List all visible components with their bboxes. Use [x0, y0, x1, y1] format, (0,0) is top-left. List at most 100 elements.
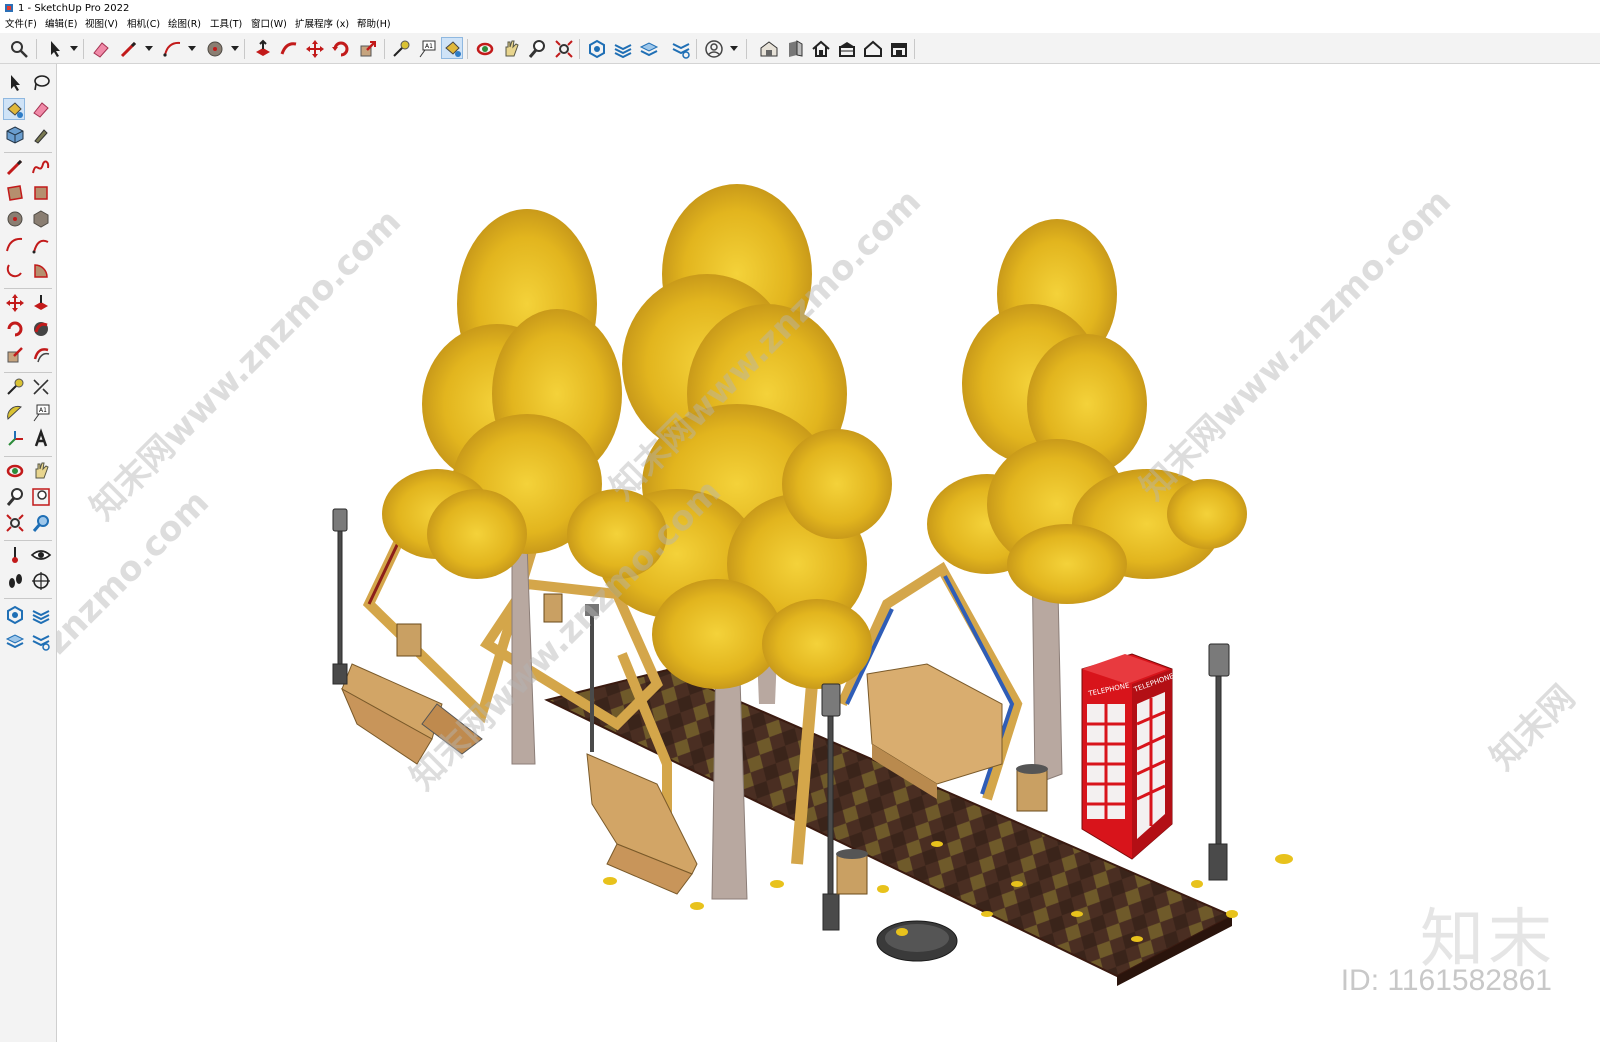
circle-icon[interactable] [204, 38, 226, 60]
eraser-icon[interactable] [90, 38, 112, 60]
menu-camera[interactable]: 相机(C) [127, 17, 160, 33]
home-icon[interactable] [810, 38, 832, 60]
protractor-icon[interactable] [4, 402, 26, 424]
followme-icon[interactable] [30, 318, 52, 340]
line-icon[interactable] [4, 156, 26, 178]
title-bar: 1 - SketchUp Pro 2022 [0, 0, 1600, 17]
paint-bucket-icon[interactable] [3, 98, 25, 120]
left-toolbar: A1 [0, 64, 57, 1042]
zoom-extents-icon[interactable] [4, 512, 26, 534]
zoom-window-icon[interactable] [30, 486, 52, 508]
rotate-icon[interactable] [330, 38, 352, 60]
sandbox-icon[interactable] [586, 38, 608, 60]
circle-icon[interactable] [4, 208, 26, 230]
store-icon[interactable] [888, 38, 910, 60]
window-title: 1 - SketchUp Pro 2022 [18, 3, 130, 14]
component-icon[interactable] [4, 124, 26, 146]
rotate-icon[interactable] [4, 318, 26, 340]
menu-help[interactable]: 帮助(H) [357, 17, 391, 33]
select-icon[interactable] [4, 72, 26, 94]
three-point-arc-icon[interactable] [4, 260, 26, 282]
pencil-icon[interactable] [118, 38, 140, 60]
previous-view-icon[interactable] [30, 512, 52, 534]
stack-icon[interactable] [638, 38, 660, 60]
lasso-icon[interactable] [30, 72, 52, 94]
tag-icon[interactable] [670, 38, 692, 60]
asset-id: ID: 1161582861 [1340, 964, 1552, 997]
pan-icon[interactable] [30, 460, 52, 482]
rectangle-icon[interactable] [4, 182, 26, 204]
menu-tools[interactable]: 工具(T) [210, 17, 242, 33]
3d-text-icon[interactable] [30, 428, 52, 450]
rotated-rectangle-icon[interactable] [30, 182, 52, 204]
tape-icon[interactable] [390, 38, 412, 60]
text-icon[interactable]: A1 [416, 38, 438, 60]
pie-icon[interactable] [30, 260, 52, 282]
shed-icon[interactable] [836, 38, 858, 60]
offset-icon[interactable] [30, 344, 52, 366]
chevron-down-icon[interactable] [231, 46, 239, 51]
house-icon[interactable] [862, 38, 884, 60]
scale-icon[interactable] [4, 344, 26, 366]
orbit-icon[interactable] [4, 460, 26, 482]
zoom-extents-icon[interactable] [553, 38, 575, 60]
menu-bar: 文件(F) 编辑(E) 视图(V) 相机(C) 绘图(R) 工具(T) 窗口(W… [0, 17, 1600, 33]
freehand-icon[interactable] [30, 156, 52, 178]
park-scene: TELEPHONE TELEPHONE [332, 184, 1293, 986]
move-icon[interactable] [4, 292, 26, 314]
lamp-post-right [1208, 643, 1230, 881]
chevron-down-icon[interactable] [145, 46, 153, 51]
tag-icon[interactable] [30, 630, 52, 652]
sample-paint-icon[interactable] [30, 124, 52, 146]
zoom-icon[interactable] [4, 486, 26, 508]
two-point-arc-icon[interactable] [30, 234, 52, 256]
polygon-icon[interactable] [30, 208, 52, 230]
axes-icon[interactable] [4, 428, 26, 450]
model-viewport[interactable]: TELEPHONE TELEPHONE 知末网www.znzmo.com 知末网… [57, 64, 1600, 1042]
search-icon[interactable] [8, 38, 30, 60]
select-icon[interactable] [44, 38, 66, 60]
tape-icon[interactable] [4, 376, 26, 398]
chevron-down-icon[interactable] [730, 46, 738, 51]
pushpull-icon[interactable] [30, 292, 52, 314]
eraser-icon[interactable] [30, 98, 52, 120]
telephone-booth: TELEPHONE TELEPHONE [1081, 653, 1175, 860]
arc-icon[interactable] [4, 234, 26, 256]
menu-extensions[interactable]: 扩展程序 (x) [295, 17, 349, 33]
account-icon[interactable] [703, 38, 725, 60]
lamp-post-left [332, 508, 348, 685]
position-camera-icon[interactable] [4, 544, 26, 566]
paint-bucket-icon[interactable] [441, 37, 463, 59]
followme-icon[interactable] [278, 38, 300, 60]
move-icon[interactable] [304, 38, 326, 60]
zoom-icon[interactable] [526, 38, 548, 60]
walk-icon[interactable] [4, 570, 26, 592]
scale-icon[interactable] [357, 38, 379, 60]
menu-edit[interactable]: 编辑(E) [45, 17, 77, 33]
sketchup-app-icon [5, 4, 13, 12]
sandbox-icon[interactable] [4, 604, 26, 626]
component-icon[interactable] [784, 38, 806, 60]
pan-icon[interactable] [500, 38, 522, 60]
orbit-icon[interactable] [474, 38, 496, 60]
svg-text:A1: A1 [425, 43, 433, 50]
menu-view[interactable]: 视图(V) [85, 17, 118, 33]
trash-bin-right [1016, 764, 1048, 812]
menu-window[interactable]: 窗口(W) [251, 17, 287, 33]
layers-icon[interactable] [612, 38, 634, 60]
bench-center [586, 753, 698, 895]
chevron-down-icon[interactable] [188, 46, 196, 51]
menu-draw[interactable]: 绘图(R) [168, 17, 201, 33]
look-around-icon[interactable] [30, 544, 52, 566]
menu-file[interactable]: 文件(F) [5, 17, 37, 33]
section-plane-icon[interactable] [30, 570, 52, 592]
warehouse-icon[interactable] [758, 38, 780, 60]
text-icon[interactable]: A1 [30, 402, 52, 424]
main-toolbar: A1 [0, 33, 1600, 64]
arc-icon[interactable] [162, 38, 184, 60]
dimension-icon[interactable] [30, 376, 52, 398]
layers-icon[interactable] [30, 604, 52, 626]
stack-icon[interactable] [4, 630, 26, 652]
chevron-down-icon[interactable] [70, 46, 78, 51]
pushpull-icon[interactable] [252, 38, 274, 60]
